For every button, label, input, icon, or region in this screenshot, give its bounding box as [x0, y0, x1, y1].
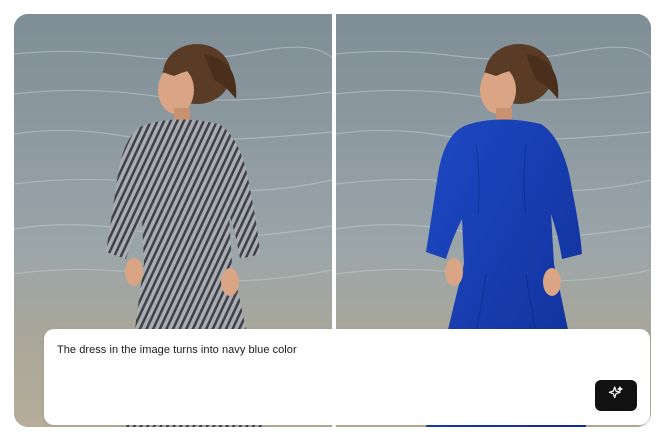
image-comparison-card: The dress in the image turns into navy b… — [14, 14, 651, 427]
prompt-input-box[interactable]: The dress in the image turns into navy b… — [44, 329, 650, 425]
prompt-text[interactable]: The dress in the image turns into navy b… — [57, 344, 297, 356]
generate-button[interactable] — [595, 380, 637, 411]
sparkle-icon — [608, 385, 624, 406]
